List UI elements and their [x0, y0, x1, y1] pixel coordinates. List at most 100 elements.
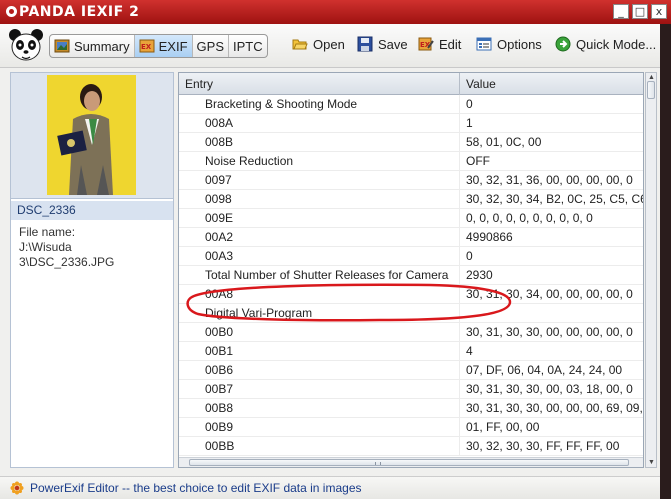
vertical-scrollbar[interactable]: ▲ ▼	[645, 72, 657, 468]
table-row[interactable]: 00B6 07, DF, 06, 04, 0A, 24, 24, 00	[179, 361, 643, 380]
status-bar: PowerExif Editor -- the best choice to e…	[0, 476, 671, 499]
quick-mode-label: Quick Mode...	[576, 36, 657, 52]
value-cell[interactable]: 30, 31, 30, 30, 00, 03, 18, 00, 0	[460, 380, 643, 398]
horizontal-scroll-thumb[interactable]	[189, 459, 629, 466]
table-row[interactable]: Digital Vari-Program	[179, 304, 643, 323]
value-cell[interactable]: 30, 31, 30, 30, 00, 00, 00, 00, 0	[460, 323, 643, 341]
value-cell[interactable]: 07, DF, 06, 04, 0A, 24, 24, 00	[460, 361, 643, 379]
scroll-up-arrow-icon[interactable]: ▲	[648, 74, 655, 81]
entry-cell: 00BB	[179, 437, 460, 455]
file-path-line2: 3\DSC_2336.JPG	[19, 255, 115, 269]
photo-thumbnail[interactable]	[47, 75, 136, 195]
table-row[interactable]: 00B7 30, 31, 30, 30, 00, 03, 18, 00, 0	[179, 380, 643, 399]
options-icon	[476, 37, 492, 51]
table-row[interactable]: 00BB 30, 32, 30, 30, FF, FF, FF, 00	[179, 437, 643, 456]
table-row[interactable]: 0098 30, 32, 30, 34, B2, 0C, 25, C5, C6	[179, 190, 643, 209]
file-title: DSC_2336	[11, 201, 173, 220]
table-row[interactable]: Noise Reduction OFF	[179, 152, 643, 171]
arrow-right-circle-icon	[555, 36, 571, 52]
summary-icon	[54, 39, 70, 53]
table-row[interactable]: 00A8 30, 31, 30, 34, 00, 00, 00, 00, 0	[179, 285, 643, 304]
thumbnail-area	[11, 73, 173, 199]
value-cell[interactable]: 30, 32, 30, 34, B2, 0C, 25, C5, C6	[460, 190, 643, 208]
minimize-button[interactable]: _	[613, 4, 629, 19]
tab-gps[interactable]: GPS	[193, 35, 229, 57]
table-row[interactable]: 008A 1	[179, 114, 643, 133]
column-header-value[interactable]: Value	[460, 73, 643, 95]
options-label: Options	[497, 36, 542, 52]
value-cell[interactable]: 0	[460, 247, 643, 265]
value-cell[interactable]	[460, 304, 643, 322]
table-row[interactable]: Total Number of Shutter Releases for Cam…	[179, 266, 643, 285]
entry-cell: 00A2	[179, 228, 460, 246]
scroll-down-arrow-icon[interactable]: ▼	[648, 459, 655, 466]
tab-exif[interactable]: EX EXIF	[134, 35, 193, 57]
panda-logo-icon	[6, 6, 17, 17]
window-title-text: PANDA IEXIF 2	[19, 4, 140, 20]
file-info-panel: DSC_2336 File name: J:\Wisuda 3\DSC_2336…	[10, 72, 174, 468]
entry-cell: 00B6	[179, 361, 460, 379]
table-row[interactable]: 009E 0, 0, 0, 0, 0, 0, 0, 0, 0, 0	[179, 209, 643, 228]
vertical-scroll-thumb[interactable]	[647, 81, 655, 99]
value-cell[interactable]: 30, 32, 31, 36, 00, 00, 00, 00, 0	[460, 171, 643, 189]
panda-mascot-icon	[9, 29, 43, 61]
save-button[interactable]: Save	[357, 36, 408, 52]
open-label: Open	[313, 36, 345, 52]
tab-exif-label: EXIF	[158, 38, 188, 54]
value-cell[interactable]: OFF	[460, 152, 643, 170]
table-row[interactable]: 008B 58, 01, 0C, 00	[179, 133, 643, 152]
client-area: Summary EX EXIF GPS IPTC Open Save EX Ed…	[0, 24, 671, 499]
background-edge	[660, 24, 671, 499]
table-row[interactable]: Bracketing & Shooting Mode 0	[179, 95, 643, 114]
column-header-entry[interactable]: Entry	[179, 73, 460, 95]
file-path-line1: J:\Wisuda	[19, 240, 72, 254]
value-cell[interactable]: 0	[460, 95, 643, 113]
file-details: File name: J:\Wisuda 3\DSC_2336.JPG	[19, 225, 114, 270]
table-row[interactable]: 0097 30, 32, 31, 36, 00, 00, 00, 00, 0	[179, 171, 643, 190]
open-button[interactable]: Open	[292, 36, 345, 52]
tab-gps-label: GPS	[196, 38, 224, 54]
value-cell[interactable]: 58, 01, 0C, 00	[460, 133, 643, 151]
table-row[interactable]: 00B0 30, 31, 30, 30, 00, 00, 00, 00, 0	[179, 323, 643, 342]
options-button[interactable]: Options	[476, 36, 542, 52]
entry-cell: 008B	[179, 133, 460, 151]
value-cell[interactable]: 30, 31, 30, 30, 00, 00, 00, 69, 09, 0	[460, 399, 643, 417]
value-cell[interactable]: 0, 0, 0, 0, 0, 0, 0, 0, 0, 0	[460, 209, 643, 227]
value-cell[interactable]: 4990866	[460, 228, 643, 246]
entry-cell: Bracketing & Shooting Mode	[179, 95, 460, 113]
tab-summary-label: Summary	[74, 38, 130, 54]
tab-summary[interactable]: Summary	[50, 35, 135, 57]
save-label: Save	[378, 36, 408, 52]
entry-cell: Noise Reduction	[179, 152, 460, 170]
tab-iptc[interactable]: IPTC	[229, 35, 267, 57]
value-cell[interactable]: 1	[460, 114, 643, 132]
close-button[interactable]: x	[651, 4, 667, 19]
title-bar: PANDA IEXIF 2 _ □ x	[0, 0, 671, 24]
maximize-button[interactable]: □	[632, 4, 648, 19]
table-row[interactable]: 00B9 01, FF, 00, 00	[179, 418, 643, 437]
floppy-save-icon	[357, 36, 373, 52]
quick-mode-button[interactable]: Quick Mode...	[555, 36, 656, 52]
table-row[interactable]: 00B1 4	[179, 342, 643, 361]
window-title: PANDA IEXIF 2	[6, 4, 139, 20]
edit-button[interactable]: EX Edit	[418, 36, 461, 52]
horizontal-scrollbar[interactable]	[179, 457, 643, 467]
table-row[interactable]: 00A2 4990866	[179, 228, 643, 247]
value-cell[interactable]: 30, 31, 30, 34, 00, 00, 00, 00, 0	[460, 285, 643, 303]
value-cell[interactable]: 2930	[460, 266, 643, 284]
table-row[interactable]: 00B8 30, 31, 30, 30, 00, 00, 00, 69, 09, …	[179, 399, 643, 418]
entry-cell: 00B8	[179, 399, 460, 417]
entry-cell: 009E	[179, 209, 460, 227]
entry-cell: 00B1	[179, 342, 460, 360]
value-cell[interactable]: 30, 32, 30, 30, FF, FF, FF, 00	[460, 437, 643, 455]
entry-cell: Total Number of Shutter Releases for Cam…	[179, 266, 460, 284]
tab-iptc-label: IPTC	[233, 38, 263, 54]
edit-label: Edit	[439, 36, 462, 52]
value-cell[interactable]: 01, FF, 00, 00	[460, 418, 643, 436]
table-row[interactable]: 00A3 0	[179, 247, 643, 266]
scroll-grip-icon	[375, 462, 381, 465]
value-cell[interactable]: 4	[460, 342, 643, 360]
table-body: Bracketing & Shooting Mode 0 008A 1 008B 58, …	[179, 95, 643, 457]
entry-cell: Digital Vari-Program	[179, 304, 460, 322]
folder-open-icon	[292, 39, 308, 50]
